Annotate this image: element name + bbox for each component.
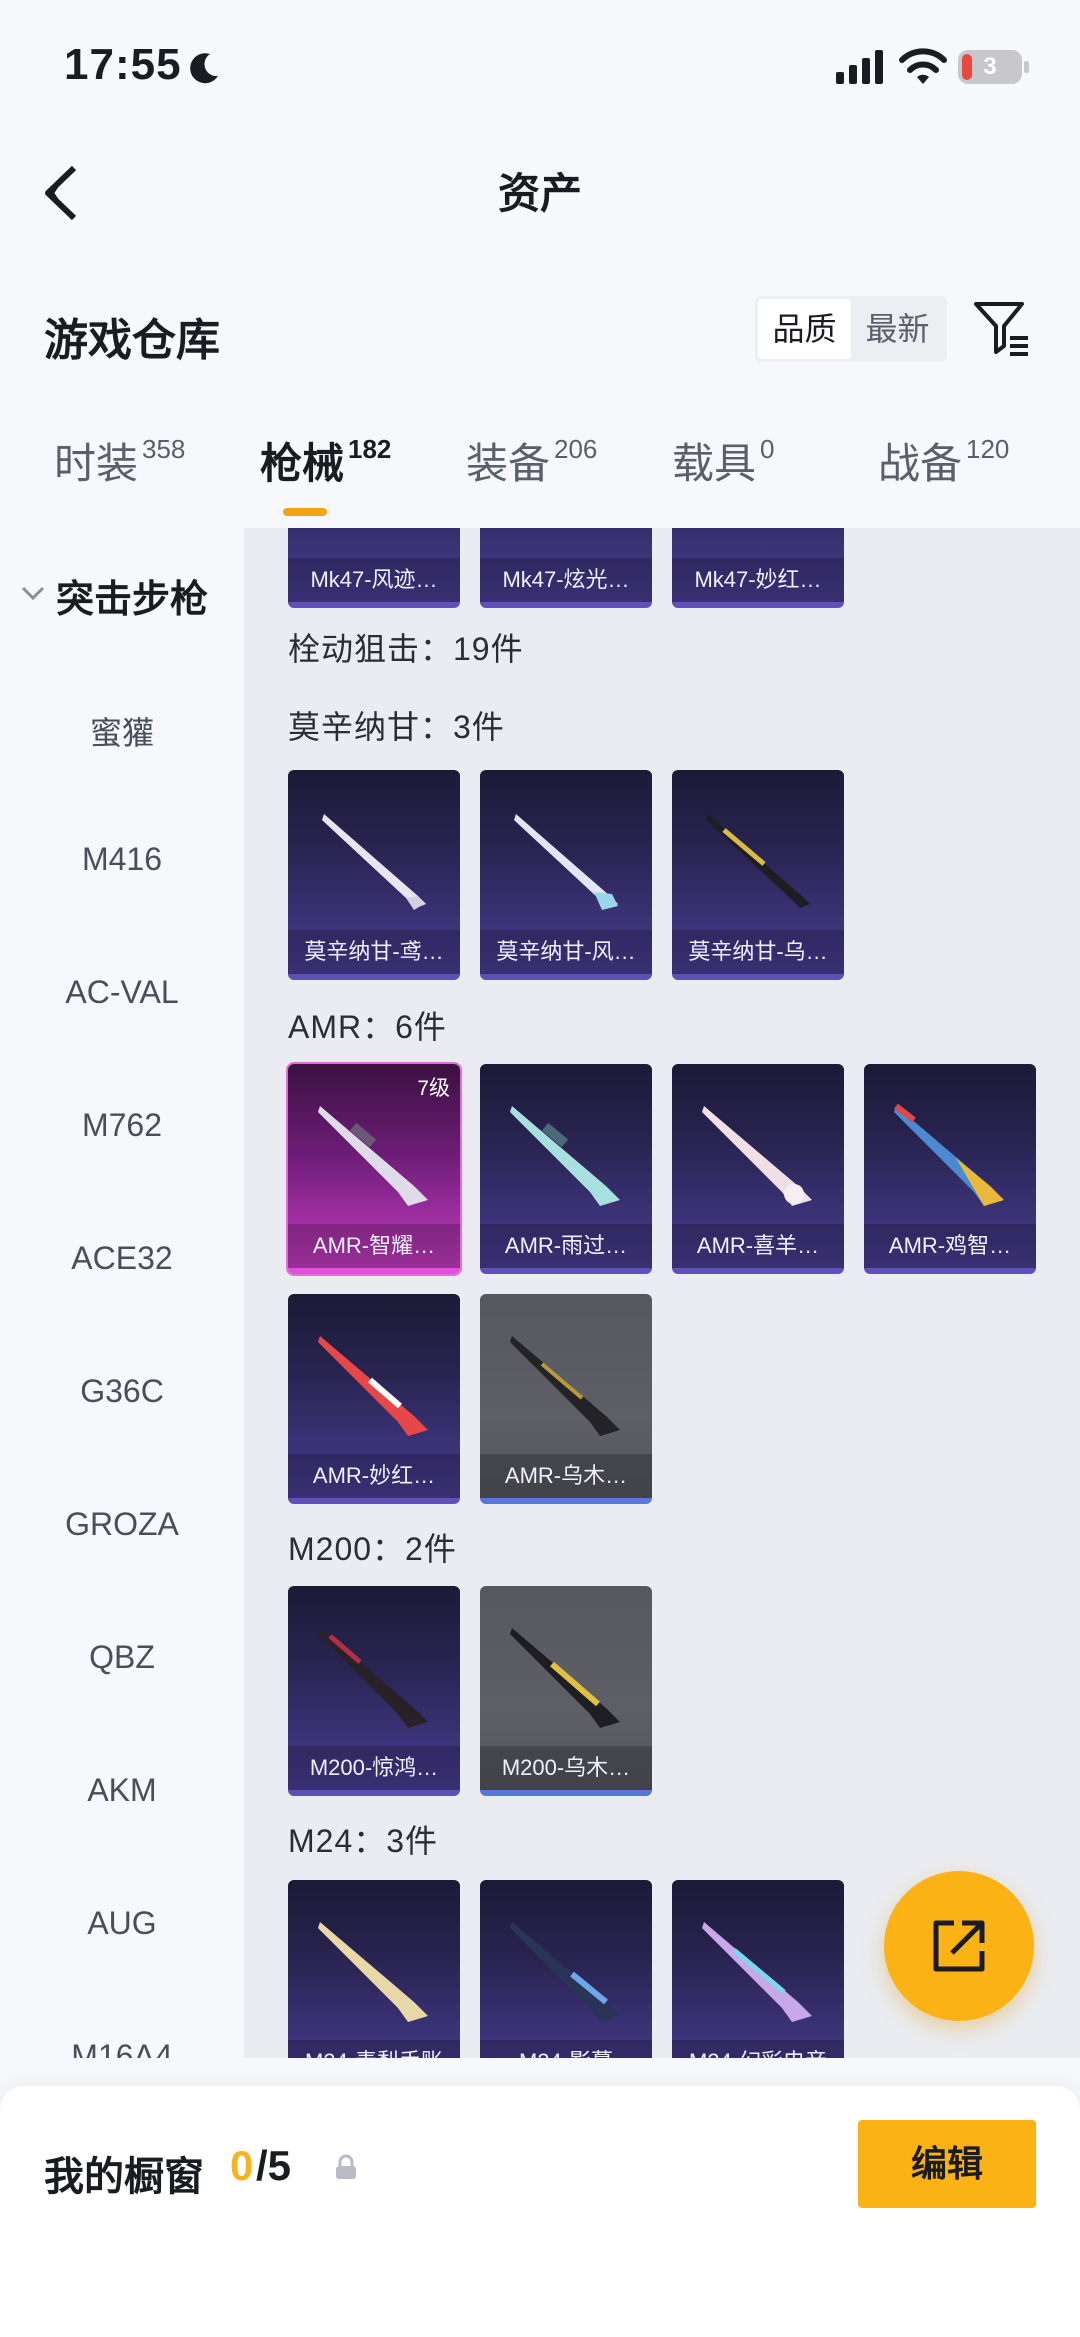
sidebar-item-m416[interactable]: M416	[0, 841, 244, 878]
tab-equipment[interactable]: 装备 206	[466, 430, 597, 491]
rifle-icon	[510, 1628, 620, 1728]
sidebar-item-m16a4[interactable]: M16A4	[0, 2038, 244, 2058]
rifle-icon	[510, 1106, 620, 1206]
sidebar-item-qbz[interactable]: QBZ	[0, 1639, 244, 1676]
rifle-icon	[702, 1922, 812, 2022]
weapon-card[interactable]: 莫辛纳甘-乌…	[672, 770, 844, 980]
showcase-bar: 我的橱窗 0 /5 编辑	[0, 2086, 1080, 2337]
sidebar-item-groza[interactable]: GROZA	[0, 1506, 244, 1543]
sidebar-item-ac-val[interactable]: AC-VAL	[0, 974, 244, 1011]
tab-supplies[interactable]: 战备 120	[878, 430, 1009, 491]
warehouse-title: 游戏仓库	[44, 316, 220, 365]
moon-icon	[190, 53, 218, 84]
sidebar-item-ace32[interactable]: ACE32	[0, 1240, 244, 1277]
rifle-icon	[318, 1336, 428, 1436]
weapon-card[interactable]: AMR-妙红…	[288, 1294, 460, 1504]
rifle-icon	[894, 1103, 1004, 1206]
battery-level: 3	[983, 53, 997, 80]
weapon-card-name: M200-乌木…	[480, 1746, 652, 1790]
sidebar-item-m762[interactable]: M762	[0, 1107, 244, 1144]
showcase-used-count: 0	[230, 2142, 254, 2189]
status-time: 17:55	[64, 40, 182, 89]
showcase-total-count: /5	[256, 2142, 292, 2189]
rifle-icon	[514, 814, 618, 910]
weapon-list: Mk47-风迹… Mk47-炫光… Mk47-妙红… 栓动狙击：19件 莫辛纳甘…	[244, 528, 1080, 2058]
rifle-icon	[510, 1336, 620, 1436]
weapon-card[interactable]: M24-毒梨手账	[288, 1880, 460, 2058]
weapon-card-name: Mk47-炫光…	[480, 558, 652, 602]
weapon-card-name: AMR-鸡智…	[864, 1224, 1036, 1268]
weapon-card[interactable]: AMR-鸡智…	[864, 1064, 1036, 1274]
weapon-card-name: Mk47-风迹…	[288, 558, 460, 602]
tab-fashion[interactable]: 时装 358	[54, 430, 185, 491]
share-button[interactable]	[884, 1871, 1034, 2021]
tab-vehicles[interactable]: 载具 0	[672, 430, 774, 491]
weapon-card-name: AMR-妙红…	[288, 1454, 460, 1498]
active-tab-indicator	[283, 508, 327, 516]
sort-toggle: 品质 最新	[755, 296, 947, 362]
weapon-card-name: M24-幻彩电音	[672, 2040, 844, 2058]
weapon-card-name: AMR-乌木…	[480, 1454, 652, 1498]
sort-quality-button[interactable]: 品质	[758, 299, 851, 359]
filter-icon[interactable]	[972, 298, 1032, 358]
rifle-icon	[318, 1922, 428, 2022]
weapon-card-name: 莫辛纳甘-鸢…	[288, 930, 460, 974]
tab-firearms[interactable]: 枪械 182	[260, 430, 391, 491]
weapon-card[interactable]: AMR-雨过…	[480, 1064, 652, 1274]
status-bar: 17:55 3	[0, 0, 1080, 130]
group-title-mosin: 莫辛纳甘：3件	[288, 709, 505, 745]
rifle-icon	[510, 1922, 620, 2022]
rifle-icon	[706, 814, 810, 908]
sidebar-item-assault-rifles[interactable]: 突击步枪	[0, 568, 244, 623]
sidebar-item-aug[interactable]: AUG	[0, 1905, 244, 1942]
share-icon	[933, 1920, 985, 1972]
group-title-bolt-action: 栓动狙击：19件	[288, 631, 524, 667]
weapon-card-name: AMR-雨过…	[480, 1224, 652, 1268]
weapon-card[interactable]: AMR-喜羊…	[672, 1064, 844, 1274]
weapon-card[interactable]: M24-影蔓	[480, 1880, 652, 2058]
weapon-card[interactable]: 莫辛纳甘-鸢…	[288, 770, 460, 980]
weapon-card-name: M24-影蔓	[480, 2040, 652, 2058]
edit-button[interactable]: 编辑	[858, 2120, 1036, 2208]
group-title-m200: M200：2件	[288, 1531, 457, 1567]
weapon-card[interactable]: Mk47-风迹…	[288, 528, 460, 608]
sidebar-item-g36c[interactable]: G36C	[0, 1373, 244, 1410]
group-title-amr: AMR：6件	[288, 1009, 447, 1045]
rifle-icon	[318, 1628, 428, 1728]
weapon-card[interactable]: M24-幻彩电音	[672, 1880, 844, 2058]
sidebar-item-akm[interactable]: AKM	[0, 1772, 244, 1809]
rifle-icon	[318, 1106, 428, 1206]
lock-icon	[336, 2154, 356, 2179]
weapon-card-name: Mk47-妙红…	[672, 558, 844, 602]
battery-icon: 3	[958, 50, 1029, 84]
weapon-card[interactable]: M200-乌木…	[480, 1586, 652, 1796]
weapon-card-name: M24-毒梨手账	[288, 2040, 460, 2058]
weapon-card[interactable]: Mk47-妙红…	[672, 528, 844, 608]
wifi-icon	[899, 48, 947, 84]
weapon-card-name: AMR-智耀…	[288, 1224, 460, 1268]
page-title: 资产	[497, 170, 582, 217]
group-title-m24: M24：3件	[288, 1823, 439, 1859]
weapon-card[interactable]: 莫辛纳甘-风…	[480, 770, 652, 980]
rifle-icon	[322, 814, 426, 910]
signal-icon	[836, 50, 883, 84]
weapon-card-name: 莫辛纳甘-乌…	[672, 930, 844, 974]
sort-latest-button[interactable]: 最新	[851, 299, 944, 359]
weapon-card-name: AMR-喜羊…	[672, 1224, 844, 1268]
showcase-label: 我的橱窗	[44, 2155, 204, 2199]
weapon-card-name: 莫辛纳甘-风…	[480, 930, 652, 974]
weapon-card[interactable]: M200-惊鸿…	[288, 1586, 460, 1796]
category-tabs: 时装 358 枪械 182 装备 206 载具 0 战备 120	[0, 430, 1080, 530]
weapon-card[interactable]: AMR-乌木…	[480, 1294, 652, 1504]
weapon-card-name: M200-惊鸿…	[288, 1746, 460, 1790]
weapon-sidebar: 突击步枪 蜜獾 M416 AC-VAL M762 ACE32 G36C GROZ…	[0, 528, 244, 2058]
sidebar-item-honey-badger[interactable]: 蜜獾	[0, 708, 244, 754]
weapon-card[interactable]: 7级 AMR-智耀…	[286, 1062, 462, 1276]
weapon-card[interactable]: Mk47-炫光…	[480, 528, 652, 608]
rifle-icon	[702, 1106, 812, 1206]
